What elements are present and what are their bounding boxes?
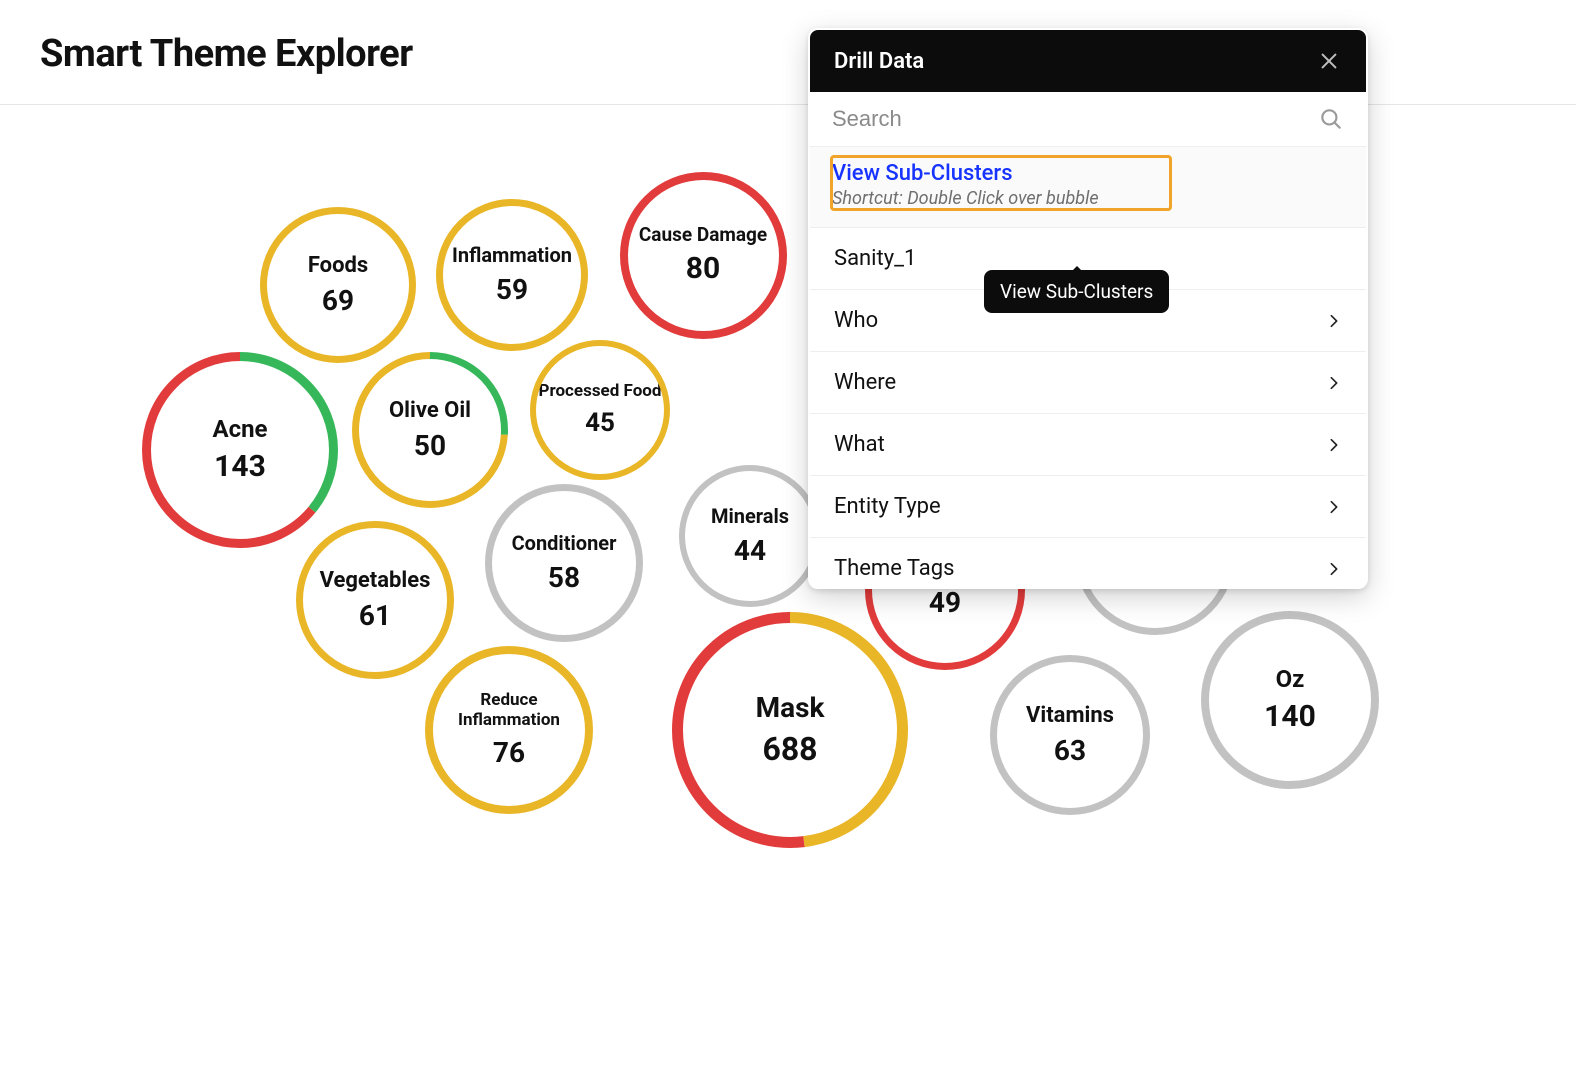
bubble-label: Vitamins	[1026, 703, 1114, 728]
bubble-label: Foods	[308, 253, 368, 278]
page-title: Smart Theme Explorer	[40, 32, 413, 76]
bubble-label: Conditioner	[512, 532, 617, 555]
bubble-vegetables[interactable]: Vegetables 61	[296, 521, 454, 679]
bubble-value: 69	[322, 284, 354, 317]
chevron-right-icon	[1326, 313, 1342, 329]
bubble-label: Minerals	[711, 505, 789, 528]
bubble-value: 63	[1054, 734, 1086, 767]
panel-item-theme-tags[interactable]: Theme Tags	[810, 538, 1366, 587]
panel-header: Drill Data	[810, 30, 1366, 92]
search-icon[interactable]	[1318, 106, 1344, 132]
bubble-processed-food[interactable]: Processed Food 45	[530, 340, 670, 480]
bubble-label: Inflammation	[452, 244, 572, 267]
bubble-minerals[interactable]: Minerals 44	[679, 465, 821, 607]
close-icon[interactable]	[1316, 48, 1342, 74]
bubble-label: Oz	[1276, 666, 1305, 694]
bubble-label: Vegetables	[320, 568, 431, 593]
bubble-cause-damage[interactable]: Cause Damage 80	[620, 172, 787, 339]
bubble-mask[interactable]: Mask 688	[672, 612, 908, 848]
view-sub-clusters-row[interactable]: View Sub-Clusters Shortcut: Double Click…	[810, 147, 1366, 228]
bubble-oz[interactable]: Oz 140	[1201, 611, 1379, 789]
bubble-inflammation[interactable]: Inflammation 59	[436, 199, 588, 351]
bubble-value: 45	[585, 408, 615, 438]
tooltip-view-sub-clusters: View Sub-Clusters	[984, 270, 1169, 313]
bubble-label: ReduceInflammation	[458, 691, 560, 730]
panel-title: Drill Data	[834, 49, 924, 74]
bubble-label: Cause Damage	[639, 224, 767, 246]
bubble-value: 80	[686, 251, 720, 286]
panel-item-entity-type[interactable]: Entity Type	[810, 476, 1366, 538]
bubble-label: Olive Oil	[389, 398, 471, 423]
bubble-value: 688	[762, 730, 817, 768]
panel-item-where[interactable]: Where	[810, 352, 1366, 414]
bubble-value: 49	[929, 586, 961, 619]
bubble-value: 143	[214, 449, 266, 484]
bubble-label: Acne	[212, 416, 267, 444]
panel-item-label: Entity Type	[834, 494, 941, 519]
bubble-value: 76	[493, 736, 525, 769]
bubble-acne[interactable]: Acne 143	[142, 352, 338, 548]
bubble-reduce-inflammation[interactable]: ReduceInflammation 76	[425, 646, 593, 814]
chevron-right-icon	[1326, 437, 1342, 453]
bubble-conditioner[interactable]: Conditioner 58	[485, 484, 643, 642]
panel-item-label: Who	[834, 308, 878, 333]
bubble-value: 61	[359, 599, 391, 632]
chevron-right-icon	[1326, 499, 1342, 515]
bubble-olive-oil[interactable]: Olive Oil 50	[352, 352, 508, 508]
panel-item-label: What	[834, 432, 885, 457]
panel-item-label: Theme Tags	[834, 556, 954, 581]
panel-item-what[interactable]: What	[810, 414, 1366, 476]
view-sub-clusters-link[interactable]: View Sub-Clusters	[832, 161, 1344, 186]
bubble-label: Mask	[756, 692, 825, 724]
bubble-value: 58	[548, 561, 580, 594]
bubble-value: 50	[414, 429, 446, 462]
bubble-label: Processed Food	[539, 382, 662, 402]
chevron-right-icon	[1326, 561, 1342, 577]
chevron-right-icon	[1326, 375, 1342, 391]
panel-item-label: Where	[834, 370, 896, 395]
bubble-value: 59	[496, 273, 528, 306]
panel-item-label: Sanity_1	[834, 246, 916, 271]
search-input[interactable]	[832, 106, 1318, 132]
view-sub-clusters-hint: Shortcut: Double Click over bubble	[832, 188, 1344, 209]
search-row	[810, 92, 1366, 147]
bubble-vitamins[interactable]: Vitamins 63	[990, 655, 1150, 815]
bubble-value: 140	[1264, 699, 1316, 734]
bubble-value: 44	[734, 534, 766, 567]
bubble-foods[interactable]: Foods 69	[260, 207, 416, 363]
